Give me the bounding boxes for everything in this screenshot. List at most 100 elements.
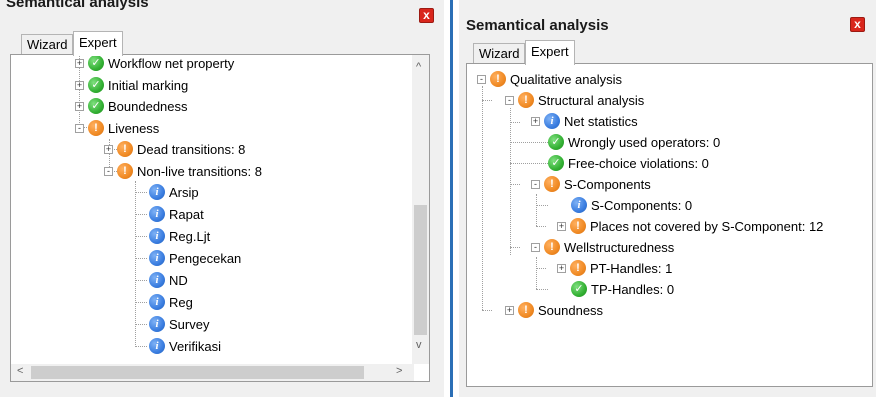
analysis-tree: + ✓ Workflow net property + ✓ Initial ma… [10, 54, 430, 382]
warning-icon: ! [490, 71, 506, 87]
tree-node-pt-handles[interactable]: + ! PT-Handles: 1 [557, 258, 672, 278]
warning-icon: ! [544, 176, 560, 192]
vertical-scroll-thumb[interactable] [414, 205, 427, 335]
info-icon: i [544, 113, 560, 129]
right-semantical-analysis-panel: Semantical analysis x Wizard Expert - ! … [459, 0, 876, 397]
tree-node-structural-analysis[interactable]: - ! Structural analysis [505, 90, 644, 110]
tree-node-reg-ljt[interactable]: i Reg.Ljt [149, 226, 210, 246]
tree-node-nd[interactable]: i ND [149, 270, 188, 290]
tree-node-label: PT-Handles: 1 [590, 260, 673, 276]
tree-node-label: ND [169, 272, 188, 288]
scroll-down-arrow-icon[interactable]: v [416, 339, 422, 351]
info-icon: i [149, 294, 165, 310]
tree-node-label: Survey [169, 316, 210, 332]
panel-title: Semantical analysis [6, 0, 149, 11]
tree-node-pengecekan[interactable]: i Pengecekan [149, 248, 241, 268]
tree-node-soundness[interactable]: + ! Soundness [505, 300, 603, 320]
expand-icon[interactable]: + [104, 144, 113, 154]
info-icon: i [149, 272, 165, 288]
tree-node-label: Non-live transitions: 8 [137, 163, 262, 179]
info-icon: i [149, 206, 165, 222]
tab-expert[interactable]: Expert [73, 31, 123, 56]
tree-node-initial-marking[interactable]: + ✓ Initial marking [75, 75, 188, 95]
tree-node-s-components-count[interactable]: i S-Components: 0 [571, 195, 692, 215]
expand-icon[interactable]: + [75, 80, 84, 90]
tree-node-label: Arsip [169, 184, 199, 200]
tree-node-label: Verifikasi [169, 338, 222, 354]
horizontal-scrollbar[interactable]: < > [11, 364, 414, 381]
warning-icon: ! [117, 163, 133, 179]
collapse-icon[interactable]: - [75, 123, 84, 133]
tree-node-qualitative-analysis[interactable]: - ! Qualitative analysis [477, 69, 622, 89]
expand-icon[interactable]: + [75, 101, 84, 111]
panel-divider [450, 0, 453, 397]
tree-node-liveness[interactable]: - ! Liveness [75, 118, 159, 138]
collapse-icon[interactable]: - [505, 95, 514, 105]
tree-node-label: Reg.Ljt [169, 228, 211, 244]
tree-node-label: Wrongly used operators: 0 [568, 134, 721, 150]
close-icon: x [854, 17, 861, 31]
analysis-tree: - ! Qualitative analysis - ! Structural … [466, 63, 873, 387]
tree-node-workflow-net-property[interactable]: + ✓ Workflow net property [75, 55, 235, 73]
warning-icon: ! [544, 239, 560, 255]
collapse-icon[interactable]: - [104, 166, 113, 176]
tree-node-label: Workflow net property [108, 55, 235, 71]
collapse-icon[interactable]: - [477, 74, 486, 84]
expand-icon[interactable]: + [505, 305, 514, 315]
check-icon: ✓ [571, 281, 587, 297]
tree-node-reg[interactable]: i Reg [149, 292, 193, 312]
warning-icon: ! [570, 218, 586, 234]
vertical-scrollbar[interactable]: ^ v [412, 55, 429, 364]
tree-node-rapat[interactable]: i Rapat [149, 204, 204, 224]
tree-node-free-choice-violations[interactable]: ✓ Free-choice violations: 0 [548, 153, 709, 173]
scroll-right-arrow-icon[interactable]: > [396, 365, 402, 377]
collapse-icon[interactable]: - [531, 179, 540, 189]
close-icon: x [423, 8, 430, 22]
scroll-up-arrow-icon[interactable]: ^ [416, 61, 421, 73]
tree-node-arsip[interactable]: i Arsip [149, 182, 199, 202]
warning-icon: ! [518, 92, 534, 108]
tree-node-label: Wellstructuredness [564, 239, 675, 255]
expand-icon[interactable]: + [531, 116, 540, 126]
left-semantical-analysis-panel: Semantical analysis x Wizard Expert + ✓ … [0, 0, 444, 397]
tree-node-wellstructuredness[interactable]: - ! Wellstructuredness [531, 237, 674, 257]
scroll-left-arrow-icon[interactable]: < [17, 365, 23, 377]
tab-expert[interactable]: Expert [525, 40, 575, 65]
horizontal-scroll-thumb[interactable] [31, 366, 364, 379]
tree-node-label: Structural analysis [538, 92, 645, 108]
panel-title: Semantical analysis [466, 17, 609, 34]
tree-node-label: Soundness [538, 302, 604, 318]
tree-node-label: Reg [169, 294, 193, 310]
tree-node-label: Initial marking [108, 77, 189, 93]
expand-icon[interactable]: + [75, 58, 84, 68]
info-icon: i [149, 184, 165, 200]
tab-wizard[interactable]: Wizard [473, 43, 526, 64]
tree-node-non-live-transitions[interactable]: - ! Non-live transitions: 8 [104, 161, 262, 181]
tree-node-places-not-covered[interactable]: + ! Places not covered by S-Component: 1… [557, 216, 823, 236]
tree-node-label: Net statistics [564, 113, 638, 129]
close-button[interactable]: x [850, 17, 865, 32]
tree-node-label: S-Components [564, 176, 651, 192]
tree-node-boundedness[interactable]: + ✓ Boundedness [75, 96, 188, 116]
tree-node-label: Pengecekan [169, 250, 242, 266]
tree-node-net-statistics[interactable]: + i Net statistics [531, 111, 638, 131]
close-button[interactable]: x [419, 8, 434, 23]
check-icon: ✓ [548, 134, 564, 150]
tab-wizard[interactable]: Wizard [21, 34, 74, 55]
tree-node-survey[interactable]: i Survey [149, 314, 209, 334]
check-icon: ✓ [548, 155, 564, 171]
tree-node-s-components[interactable]: - ! S-Components [531, 174, 651, 194]
expand-icon[interactable]: + [557, 263, 566, 273]
expand-icon[interactable]: + [557, 221, 566, 231]
tree-node-label: Liveness [108, 120, 160, 136]
info-icon: i [149, 338, 165, 354]
tree-node-label: Rapat [169, 206, 204, 222]
tree-node-label: Boundedness [108, 98, 188, 114]
tree-node-tp-handles[interactable]: ✓ TP-Handles: 0 [571, 279, 674, 299]
tree-node-verifikasi[interactable]: i Verifikasi [149, 336, 221, 356]
tree-node-label: Dead transitions: 8 [137, 141, 246, 157]
warning-icon: ! [117, 141, 133, 157]
collapse-icon[interactable]: - [531, 242, 540, 252]
tree-node-wrongly-used-operators[interactable]: ✓ Wrongly used operators: 0 [548, 132, 720, 152]
tree-node-dead-transitions[interactable]: + ! Dead transitions: 8 [104, 139, 245, 159]
